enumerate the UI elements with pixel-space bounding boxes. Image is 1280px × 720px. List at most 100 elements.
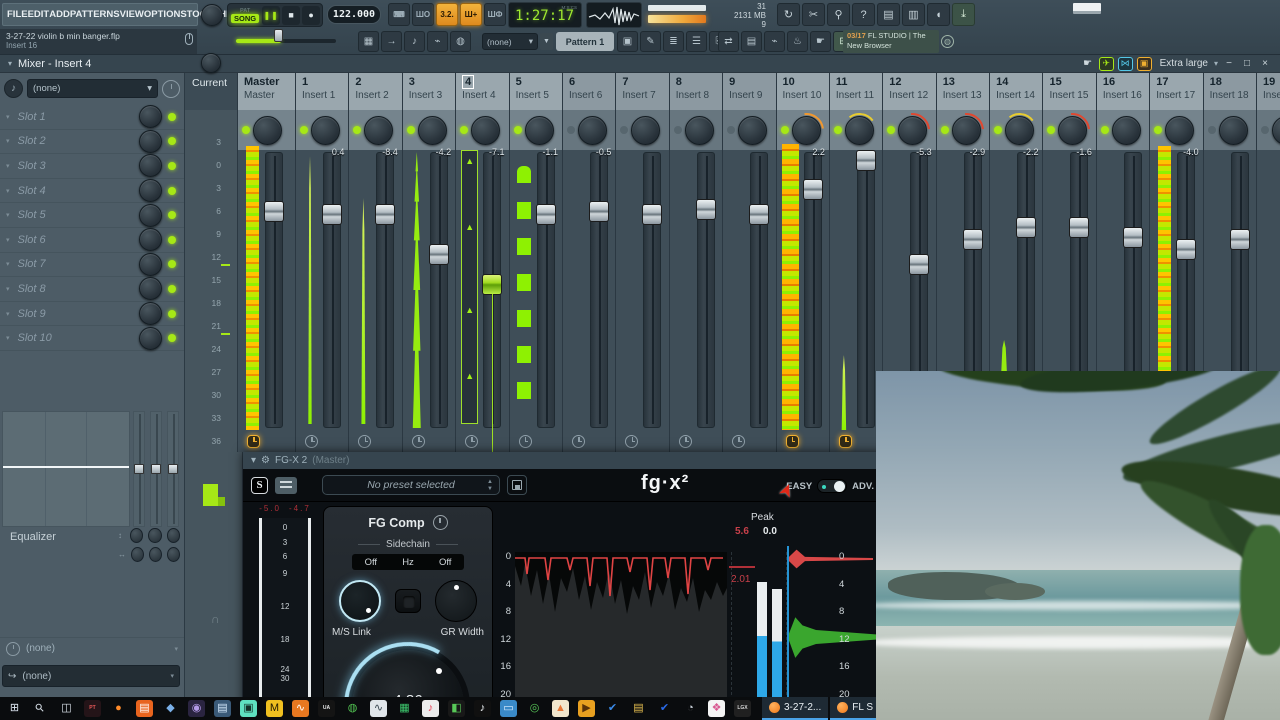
slot-chevron-icon[interactable]: ▾ <box>6 211 10 219</box>
track-pan-knob[interactable] <box>941 105 991 155</box>
menu-item[interactable]: FILE <box>7 9 28 20</box>
slot-mix-knob[interactable] <box>139 228 162 252</box>
detached-plugin-select[interactable]: (none) ▾ <box>482 33 538 50</box>
track-pan-knob[interactable] <box>311 115 340 145</box>
track-enable-led[interactable] <box>300 126 308 134</box>
fader-groove[interactable] <box>429 152 448 428</box>
wait-button[interactable]: ШO <box>412 3 434 26</box>
easy-adv-toggle[interactable] <box>817 479 848 493</box>
track-latency-clock-icon[interactable] <box>571 434 585 448</box>
track-header[interactable]: 1 Insert 1 <box>296 73 349 110</box>
eq-slider-handle[interactable] <box>134 464 144 475</box>
track-enable-led[interactable] <box>780 126 789 134</box>
sidechain-right-value[interactable]: Off <box>439 557 452 568</box>
mixer-track-strip[interactable]: 5 Insert 5 -1.1 <box>508 73 562 452</box>
track-pan-knob[interactable] <box>1111 115 1141 145</box>
track-fader-handle[interactable] <box>1176 239 1197 260</box>
sidechain-left-value[interactable]: Off <box>365 557 378 568</box>
sidechain-hz-value[interactable]: Hz <box>402 557 414 568</box>
slot-chevron-icon[interactable]: ▾ <box>6 137 10 145</box>
melodyne-icon[interactable]: M <box>266 700 283 717</box>
taskbar-app-button[interactable]: FL S <box>830 697 880 720</box>
ms-link-knob[interactable] <box>339 580 381 622</box>
plugin-dock-header[interactable]: ▾ ⚙ FG-X 2 (Master) <box>243 452 886 469</box>
audio-output-select[interactable]: ↪ (none) ▾ <box>2 665 180 687</box>
mixer-track-strip[interactable]: 7 Insert 7 <box>615 73 669 452</box>
fader-groove[interactable] <box>856 152 875 428</box>
slot-enable-led[interactable] <box>168 161 176 170</box>
slot-mix-knob[interactable] <box>139 326 162 350</box>
cut-tool-button[interactable]: ✂ <box>802 3 825 26</box>
slot-mix-knob[interactable] <box>139 252 162 276</box>
green-ring-app-icon[interactable]: ◎ <box>526 700 543 717</box>
track-header[interactable]: 7 Insert 7 <box>616 73 669 110</box>
pat-song-toggle[interactable]: PAT SONG <box>230 5 260 25</box>
news-banner[interactable]: 03/17 FL STUDIO | The New Browser <box>843 30 939 53</box>
slot-enable-led[interactable] <box>168 186 176 195</box>
track-enable-led[interactable] <box>1154 126 1163 134</box>
track-enable-led[interactable] <box>833 126 842 134</box>
stop-button[interactable]: ■ <box>282 5 301 25</box>
main-volume-knob[interactable] <box>201 4 223 26</box>
tiktok-icon[interactable]: ♪ <box>474 700 491 717</box>
slot-row[interactable]: ▾ Slot 5 <box>0 203 184 228</box>
slot-enable-led[interactable] <box>168 334 176 343</box>
fader-groove[interactable] <box>643 152 662 428</box>
slot-enable-led[interactable] <box>168 137 176 146</box>
slot-row[interactable]: ▾ Slot 3 <box>0 154 184 179</box>
mixer-track-strip[interactable]: 3 Insert 3 -4.2 <box>401 73 456 452</box>
track-header[interactable]: 3 Insert 3 <box>402 73 456 110</box>
slot-row[interactable]: ▾ Slot 2 <box>0 129 184 155</box>
stereo-link-icon[interactable]: ⋈ <box>1117 56 1133 71</box>
mixer-track-strip[interactable]: 8 Insert 8 <box>668 73 723 452</box>
track-fader-handle[interactable] <box>375 204 396 225</box>
track-latency-clock-icon[interactable] <box>785 434 799 448</box>
slot-mix-knob[interactable] <box>139 105 162 129</box>
slide-note-button[interactable]: ♪ <box>404 31 425 52</box>
track-header[interactable]: 5 Insert 5 <box>509 73 562 110</box>
track-fader-handle[interactable] <box>1122 227 1143 248</box>
mixer-track-strip[interactable]: 9 Insert 9 <box>722 73 776 452</box>
mixer-track-strip[interactable]: 4 Insert 4 -7.1 <box>455 73 509 452</box>
track-fader-handle[interactable] <box>428 244 449 265</box>
track-latency-clock-icon[interactable] <box>305 434 318 448</box>
track-fader-handle[interactable] <box>1229 229 1250 250</box>
track-header[interactable]: 6 Insert 6 <box>562 73 616 110</box>
track-pan-knob[interactable] <box>999 110 1040 150</box>
slot-chevron-icon[interactable]: ▾ <box>6 113 10 121</box>
track-latency-clock-icon[interactable] <box>518 434 532 448</box>
step-seq-button[interactable]: ▦ <box>358 31 379 52</box>
tempo-display[interactable]: 122.000 <box>327 5 381 24</box>
plugin-menu-button[interactable] <box>275 476 297 494</box>
menu-item[interactable]: EDIT <box>28 9 50 20</box>
track-latency-clock-icon[interactable] <box>411 434 425 448</box>
track-fader-handle[interactable] <box>642 204 663 225</box>
track-enable-led[interactable] <box>1261 126 1270 134</box>
slot-chevron-icon[interactable]: ▾ <box>6 310 10 318</box>
slot-mix-knob[interactable] <box>139 129 162 153</box>
track-header[interactable]: 16 Insert 16 <box>1096 73 1150 110</box>
lgx-app-icon[interactable]: LGX <box>734 700 751 717</box>
track-pan-knob[interactable] <box>417 115 447 145</box>
track-fader-handle[interactable] <box>322 204 342 225</box>
taskbar-app-button[interactable]: 3-27-2... <box>762 697 829 720</box>
plugin-picker-button[interactable]: ⌁ <box>764 31 785 52</box>
collapse-icon[interactable]: ▾ <box>8 59 12 68</box>
slider-handle[interactable] <box>274 29 283 42</box>
notes-app-icon[interactable]: ▤ <box>214 700 231 717</box>
track-latency-clock-icon[interactable] <box>465 434 479 448</box>
track-pan-knob[interactable] <box>839 110 880 150</box>
peak-meter-bar[interactable] <box>648 15 706 23</box>
eq-knob[interactable] <box>131 547 144 562</box>
track-latency-clock-icon[interactable] <box>732 434 746 448</box>
preset-arrows-icon[interactable]: ▲ ▼ <box>487 479 493 493</box>
slot-enable-led[interactable] <box>168 309 176 318</box>
track-fader-handle[interactable] <box>1016 217 1037 238</box>
windows-start-icon[interactable]: ⊞ <box>6 700 23 717</box>
help-button[interactable]: ? <box>852 3 875 26</box>
fader-groove[interactable] <box>323 152 341 428</box>
undo-history-button[interactable]: ↻ <box>777 3 800 26</box>
eq-knob[interactable] <box>148 528 162 543</box>
dark-green-app-icon[interactable]: ◧ <box>448 700 465 717</box>
eq-graph[interactable] <box>2 411 130 527</box>
